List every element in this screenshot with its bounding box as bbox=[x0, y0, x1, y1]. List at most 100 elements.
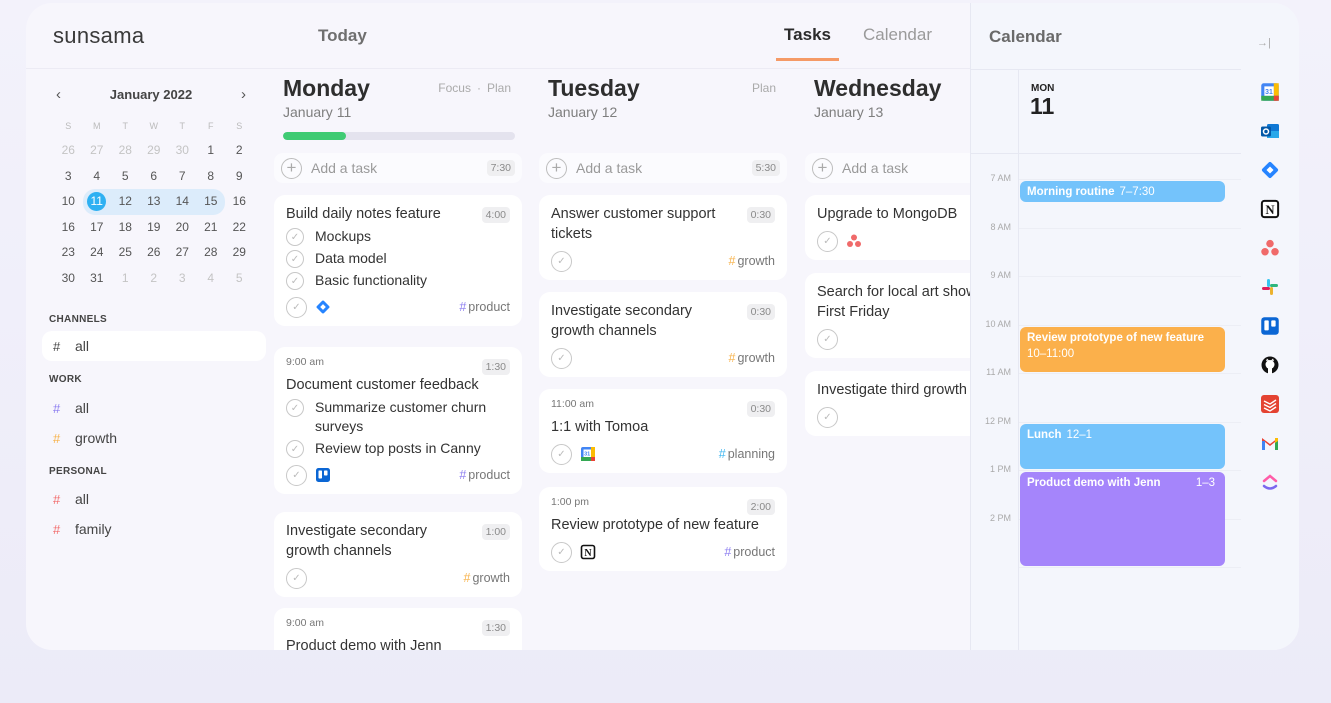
calendar-day[interactable]: 22 bbox=[225, 215, 254, 241]
task-complete-checkbox[interactable]: ✓ bbox=[817, 231, 838, 252]
add-task-input[interactable]: + Add a task 7:30 bbox=[274, 153, 522, 183]
channel-tag[interactable]: # product bbox=[724, 545, 775, 559]
calendar-day[interactable]: 27 bbox=[83, 138, 112, 164]
calendar-day[interactable]: 21 bbox=[197, 215, 226, 241]
channel-tag[interactable]: # product bbox=[459, 300, 510, 314]
tab-tasks[interactable]: Tasks bbox=[776, 25, 839, 61]
task-card[interactable]: 9:00 am 1:30 Document customer feedback ✓ Su… bbox=[274, 347, 522, 494]
calendar-day[interactable]: 9 bbox=[225, 164, 254, 190]
calendar-day[interactable]: 26 bbox=[140, 240, 169, 266]
task-card[interactable]: Build daily notes feature 4:00 ✓ Mockups ✓ Da… bbox=[274, 195, 522, 326]
channel-tag[interactable]: # growth bbox=[464, 571, 510, 585]
day-action-plan[interactable]: Plan bbox=[752, 81, 776, 95]
task-duration-badge[interactable]: 1:30 bbox=[481, 359, 510, 375]
task-card[interactable]: 11:00 am 0:30 1:1 with Tomoa ✓ 31 # plannin… bbox=[539, 389, 787, 473]
channel-personal-family[interactable]: # family bbox=[42, 514, 266, 544]
subtask-checkbox[interactable]: ✓ bbox=[286, 440, 304, 458]
calendar-event[interactable]: Review prototype of new feature 10–11:00 bbox=[1020, 326, 1225, 372]
task-complete-checkbox[interactable]: ✓ bbox=[817, 407, 838, 428]
day-action-plan[interactable]: Plan bbox=[487, 81, 511, 95]
asana-icon[interactable] bbox=[846, 233, 862, 249]
tab-calendar[interactable]: Calendar bbox=[855, 25, 940, 61]
channel-work-growth[interactable]: # growth bbox=[42, 423, 266, 453]
calendar-day[interactable]: 17 bbox=[83, 215, 112, 241]
calendar-day[interactable]: 23 bbox=[54, 240, 83, 266]
task-card[interactable]: 1:00 pm 2:00 Review prototype of new featu… bbox=[539, 487, 787, 571]
calendar-day[interactable]: 3 bbox=[54, 164, 83, 190]
calendar-day[interactable]: 1 bbox=[111, 266, 140, 292]
subtask-checkbox[interactable]: ✓ bbox=[286, 228, 304, 246]
subtask-checkbox[interactable]: ✓ bbox=[286, 250, 304, 268]
calendar-day[interactable]: 27 bbox=[168, 240, 197, 266]
task-duration-badge[interactable]: 4:00 bbox=[481, 207, 510, 223]
calendar-event[interactable]: Product demo with Jenn 1–3 bbox=[1020, 472, 1225, 566]
calendar-day[interactable]: 1 bbox=[197, 138, 226, 164]
calendar-day[interactable]: 11 bbox=[82, 189, 111, 215]
calendar-day[interactable]: 4 bbox=[83, 164, 112, 190]
task-complete-checkbox[interactable]: ✓ bbox=[286, 297, 307, 318]
day-action-focus[interactable]: Focus bbox=[438, 81, 471, 95]
task-duration-badge[interactable]: 2:00 bbox=[746, 499, 775, 515]
chevron-left-icon[interactable]: ‹ bbox=[56, 86, 61, 103]
task-duration-badge[interactable]: 0:30 bbox=[746, 207, 775, 223]
gmail-icon[interactable] bbox=[1259, 432, 1281, 454]
calendar-day[interactable]: 8 bbox=[197, 164, 226, 190]
task-card[interactable]: Answer customer support tickets 0:30 ✓ # g… bbox=[539, 195, 787, 280]
outlook-icon[interactable] bbox=[1259, 120, 1281, 142]
calendar-day[interactable]: 25 bbox=[111, 240, 140, 266]
calendar-day[interactable]: 5 bbox=[225, 266, 254, 292]
task-complete-checkbox[interactable]: ✓ bbox=[551, 251, 572, 272]
calendar-day[interactable]: 2 bbox=[225, 138, 254, 164]
chevron-right-icon[interactable]: › bbox=[241, 86, 246, 103]
task-card[interactable]: Investigate secondary growth channels 1:0… bbox=[274, 512, 522, 597]
subtask-checkbox[interactable]: ✓ bbox=[286, 272, 304, 290]
calendar-day[interactable]: 14 bbox=[168, 189, 197, 215]
calendar-day[interactable]: 5 bbox=[111, 164, 140, 190]
channel-personal-all[interactable]: # all bbox=[42, 484, 266, 514]
calendar-event[interactable]: Morning routine 7–7:30 bbox=[1020, 181, 1225, 203]
task-duration-badge[interactable]: 0:30 bbox=[746, 401, 775, 417]
todoist-icon[interactable] bbox=[1259, 393, 1281, 415]
calendar-day[interactable]: 31 bbox=[83, 266, 112, 292]
calendar-day[interactable]: 10 bbox=[54, 189, 83, 215]
subtask-checkbox[interactable]: ✓ bbox=[286, 399, 304, 417]
google-calendar-icon[interactable]: 31 bbox=[1259, 81, 1281, 103]
calendar-day[interactable]: 13 bbox=[139, 189, 168, 215]
task-card[interactable]: 9:00 am 1:30 Product demo with Jenn bbox=[274, 608, 522, 650]
calendar-day[interactable]: 18 bbox=[111, 215, 140, 241]
add-task-input[interactable]: + Add a task 5:30 bbox=[539, 153, 787, 183]
calendar-day[interactable]: 2 bbox=[140, 266, 169, 292]
collapse-right-icon[interactable]: →| bbox=[1257, 37, 1271, 49]
clickup-icon[interactable] bbox=[1259, 471, 1281, 493]
calendar-event[interactable]: Lunch 12–1 bbox=[1020, 423, 1225, 469]
task-duration-badge[interactable]: 1:30 bbox=[481, 620, 510, 636]
task-complete-checkbox[interactable]: ✓ bbox=[551, 444, 572, 465]
channel-all[interactable]: # all bbox=[42, 331, 266, 361]
calendar-day[interactable]: 29 bbox=[140, 138, 169, 164]
calendar-day[interactable]: 30 bbox=[54, 266, 83, 292]
calendar-day[interactable]: 20 bbox=[168, 215, 197, 241]
task-complete-checkbox[interactable]: ✓ bbox=[286, 465, 307, 486]
channel-tag[interactable]: # planning bbox=[719, 447, 775, 461]
channel-work-all[interactable]: # all bbox=[42, 393, 266, 423]
task-duration-badge[interactable]: 1:00 bbox=[481, 524, 510, 540]
calendar-day[interactable]: 28 bbox=[197, 240, 226, 266]
calendar-day[interactable]: 4 bbox=[197, 266, 226, 292]
calendar-day[interactable]: 15 bbox=[196, 189, 225, 215]
notion-icon[interactable]: N bbox=[580, 544, 596, 560]
calendar-day[interactable]: 6 bbox=[140, 164, 169, 190]
notion-icon[interactable]: N bbox=[1259, 198, 1281, 220]
task-duration-badge[interactable]: 0:30 bbox=[746, 304, 775, 320]
calendar-day[interactable]: 12 bbox=[111, 189, 140, 215]
calendar-day[interactable]: 16 bbox=[54, 215, 83, 241]
github-icon[interactable] bbox=[1259, 354, 1281, 376]
channel-tag[interactable]: # product bbox=[459, 468, 510, 482]
calendar-day[interactable]: 29 bbox=[225, 240, 254, 266]
task-complete-checkbox[interactable]: ✓ bbox=[551, 348, 572, 369]
channel-tag[interactable]: # growth bbox=[729, 351, 775, 365]
calendar-day[interactable]: 26 bbox=[54, 138, 83, 164]
calendar-day[interactable]: 30 bbox=[168, 138, 197, 164]
trello-icon[interactable] bbox=[1259, 315, 1281, 337]
jira-icon[interactable] bbox=[1259, 159, 1281, 181]
asana-icon[interactable] bbox=[1259, 237, 1281, 259]
